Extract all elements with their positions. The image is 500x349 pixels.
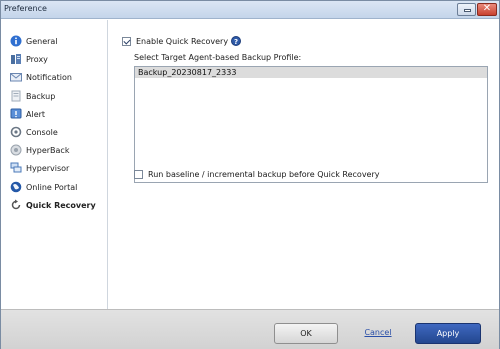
alert-icon — [10, 108, 22, 119]
title-bar[interactable]: Preference ✕ — [1, 1, 499, 19]
sidebar-item-label: Backup — [26, 91, 56, 101]
sidebar-item-label: Notification — [26, 72, 72, 82]
enable-quick-recovery-row: Enable Quick Recovery ? — [122, 36, 242, 46]
sidebar-item-backup[interactable]: Backup — [10, 89, 55, 103]
sidebar-item-hyperback[interactable]: HyperBack — [10, 143, 69, 157]
sidebar-item-label: Quick Recovery — [26, 200, 96, 210]
run-baseline-row: Run baseline / incremental backup before… — [134, 170, 380, 179]
console-icon — [10, 126, 22, 138]
list-item[interactable]: Backup_20230817_2333 — [135, 67, 487, 78]
hypervisor-icon — [10, 162, 22, 173]
globe-icon — [10, 181, 22, 193]
sidebar-item-label: Console — [26, 127, 58, 137]
server-icon — [11, 54, 21, 64]
sidebar-item-proxy[interactable]: Proxy — [10, 52, 48, 66]
enable-quick-recovery-checkbox[interactable] — [122, 36, 131, 46]
backup-icon — [11, 90, 21, 102]
apply-button[interactable]: Apply — [415, 323, 481, 344]
close-button[interactable]: ✕ — [477, 3, 497, 16]
sidebar-item-alert[interactable]: Alert — [10, 107, 45, 121]
dialog-footer: OK Cancel Apply — [1, 309, 499, 349]
close-icon: ✕ — [482, 3, 492, 14]
sidebar-item-general[interactable]: General — [10, 34, 58, 48]
enable-quick-recovery-label: Enable Quick Recovery — [136, 36, 229, 46]
sidebar-item-label: HyperBack — [26, 145, 70, 155]
ok-button[interactable]: OK — [274, 323, 338, 344]
run-baseline-checkbox[interactable] — [134, 170, 143, 179]
envelope-icon — [10, 73, 22, 82]
backup-profile-list[interactable]: Backup_20230817_2333 — [134, 66, 488, 183]
sidebar-item-label: Online Portal — [26, 182, 78, 192]
sidebar-item-label: Hypervisor — [26, 163, 70, 173]
preference-window: Preference ✕ General Proxy Notification … — [0, 0, 500, 349]
window-title: Preference — [4, 4, 47, 13]
quick-recovery-panel: Enable Quick Recovery ? Select Target Ag… — [109, 20, 499, 309]
preference-sidebar: General Proxy Notification Backup Alert … — [1, 20, 108, 309]
sidebar-item-console[interactable]: Console — [10, 125, 58, 139]
help-icon[interactable]: ? — [231, 36, 242, 46]
sidebar-item-label: Proxy — [26, 54, 48, 64]
minimize-icon — [464, 9, 471, 12]
quick-recovery-icon — [11, 199, 21, 210]
hyperback-icon — [10, 144, 22, 156]
sidebar-item-label: General — [26, 36, 58, 46]
cancel-button[interactable]: Cancel — [358, 323, 398, 344]
info-icon — [10, 35, 22, 47]
sidebar-item-notification[interactable]: Notification — [10, 70, 72, 84]
profile-select-label: Select Target Agent-based Backup Profile… — [134, 53, 302, 62]
sidebar-item-quick-recovery[interactable]: Quick Recovery — [10, 198, 96, 212]
run-baseline-label: Run baseline / incremental backup before… — [148, 170, 380, 179]
sidebar-item-hypervisor[interactable]: Hypervisor — [10, 161, 69, 175]
sidebar-item-online-portal[interactable]: Online Portal — [10, 180, 77, 194]
sidebar-item-label: Alert — [26, 109, 46, 119]
minimize-button[interactable] — [457, 3, 476, 16]
